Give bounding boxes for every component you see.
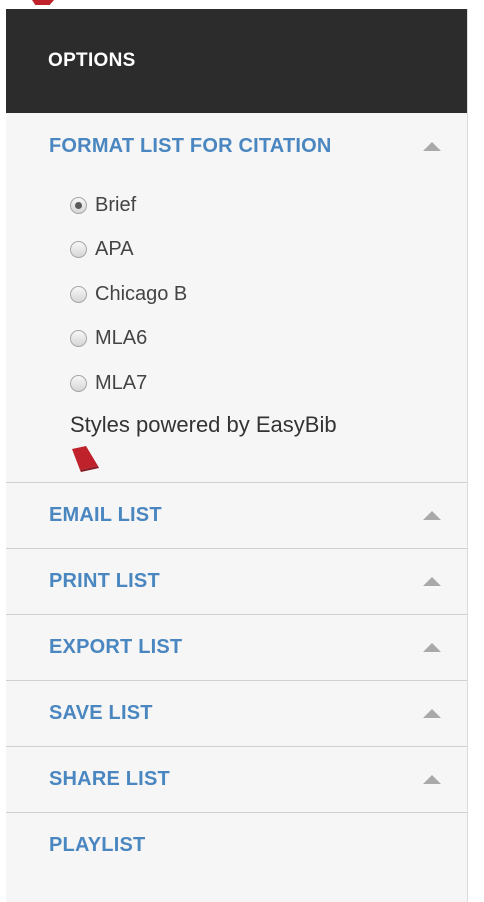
top-edge-mark <box>32 0 54 5</box>
radio-option-brief[interactable]: Brief <box>70 183 467 228</box>
section-save-list[interactable]: SAVE LIST <box>6 679 467 746</box>
section-export-list[interactable]: EXPORT LIST <box>6 613 467 680</box>
caret-up-icon <box>423 141 441 151</box>
format-list-title: FORMAT LIST FOR CITATION <box>49 134 332 157</box>
easybib-credit: Styles powered by EasyBib <box>70 411 337 437</box>
section-title: PRINT LIST <box>49 569 160 592</box>
radio-option-mla7[interactable]: MLA7 <box>70 361 467 406</box>
section-title: PLAYLIST <box>49 833 146 856</box>
radio-label: Chicago B <box>95 282 188 305</box>
caret-up-icon <box>423 708 441 718</box>
radio-option-apa[interactable]: APA <box>70 228 467 273</box>
citation-style-options: Brief APA Chicago B MLA6 MLA7 <box>6 179 467 406</box>
radio-label: MLA7 <box>95 371 148 394</box>
section-title: SHARE LIST <box>49 767 170 790</box>
radio-button[interactable] <box>70 374 87 392</box>
radio-label: MLA6 <box>95 327 148 350</box>
options-title: OPTIONS <box>48 50 136 71</box>
section-print-list[interactable]: PRINT LIST <box>6 547 467 614</box>
format-list-section-header[interactable]: FORMAT LIST FOR CITATION <box>6 113 467 179</box>
caret-up-icon <box>423 576 441 586</box>
caret-up-icon <box>423 774 441 784</box>
section-title: EMAIL LIST <box>49 503 162 526</box>
radio-label: Brief <box>95 193 137 216</box>
caret-up-icon <box>423 510 441 520</box>
section-title: EXPORT LIST <box>49 635 183 658</box>
section-share-list[interactable]: SHARE LIST <box>6 745 467 812</box>
radio-button[interactable] <box>70 285 87 303</box>
list-sections: EMAIL LIST PRINT LIST EXPORT LIST SAVE L… <box>6 481 467 878</box>
section-playlist[interactable]: PLAYLIST <box>6 811 467 878</box>
easybib-logo-link[interactable] <box>6 438 467 482</box>
section-title: SAVE LIST <box>49 701 153 724</box>
easybib-logo-icon <box>72 445 99 472</box>
radio-button[interactable] <box>70 196 87 214</box>
caret-up-icon <box>423 642 441 652</box>
radio-button[interactable] <box>70 330 87 348</box>
radio-label: APA <box>95 238 134 261</box>
section-email-list[interactable]: EMAIL LIST <box>6 481 467 548</box>
options-panel: OPTIONS FORMAT LIST FOR CITATION Brief A… <box>6 9 468 902</box>
radio-option-mla6[interactable]: MLA6 <box>70 317 467 362</box>
radio-option-chicago-b[interactable]: Chicago B <box>70 272 467 317</box>
radio-button[interactable] <box>70 241 87 259</box>
options-header: OPTIONS <box>6 9 467 113</box>
